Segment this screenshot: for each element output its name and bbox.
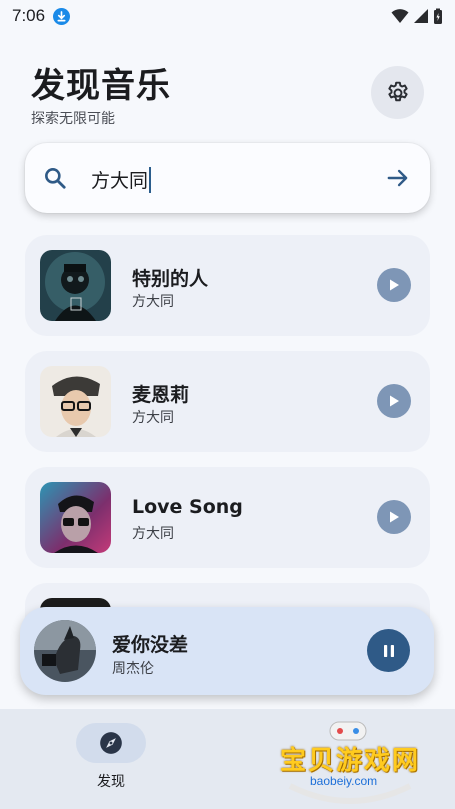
wifi-icon (391, 9, 409, 23)
page-subtitle: 探索无限可能 (31, 111, 115, 127)
nav-label: 发现 (97, 774, 125, 790)
song-card[interactable]: Love Song 方大同 (25, 467, 430, 568)
settings-button[interactable] (371, 66, 424, 119)
search-input[interactable]: 方大同 (91, 166, 152, 193)
play-button[interactable] (377, 384, 411, 418)
download-icon (53, 7, 71, 25)
song-title: 麦恩莉 (132, 384, 190, 406)
arrow-right-icon[interactable] (385, 165, 411, 191)
song-artist: 方大同 (132, 410, 174, 426)
watermark-text: 宝贝游戏网 (280, 746, 421, 776)
page-title: 发现音乐 (31, 66, 171, 106)
play-icon (390, 511, 399, 523)
nav-indicator (76, 723, 146, 763)
song-artist: 方大同 (132, 294, 174, 310)
compass-icon (100, 732, 122, 754)
watermark-logo: 宝贝游戏网 baobeiy.com (270, 716, 430, 806)
status-time: 7:06 (12, 6, 46, 25)
song-card[interactable]: 特别的人 方大同 (25, 235, 430, 336)
song-card[interactable]: 麦恩莉 方大同 (25, 351, 430, 452)
nav-item-discover[interactable]: 发现 (76, 723, 146, 791)
album-cover (40, 366, 111, 437)
now-playing-artist: 周杰伦 (112, 661, 154, 677)
search-box[interactable]: 方大同 (25, 143, 430, 213)
text-caret (149, 167, 152, 193)
play-button[interactable] (377, 268, 411, 302)
song-title: Love Song (132, 496, 243, 518)
song-artist: 方大同 (132, 526, 174, 542)
now-playing-cover (34, 620, 96, 682)
signal-icon (414, 9, 428, 23)
now-playing-bar[interactable]: 爱你没差 周杰伦 (20, 607, 434, 695)
watermark-url: baobeiy.com (310, 774, 378, 788)
battery-icon (434, 8, 442, 24)
gear-icon (387, 81, 408, 101)
status-bar: 7:06 (0, 0, 455, 32)
album-cover (40, 482, 111, 553)
search-icon (45, 168, 66, 189)
pause-icon (383, 644, 394, 657)
status-icons (391, 8, 443, 25)
album-cover (40, 250, 111, 321)
play-icon (390, 395, 399, 407)
search-input-value: 方大同 (91, 170, 149, 192)
song-title: 特别的人 (132, 268, 209, 290)
play-icon (390, 279, 399, 291)
play-button[interactable] (377, 500, 411, 534)
pause-button[interactable] (367, 629, 410, 672)
now-playing-title: 爱你没差 (112, 634, 189, 656)
